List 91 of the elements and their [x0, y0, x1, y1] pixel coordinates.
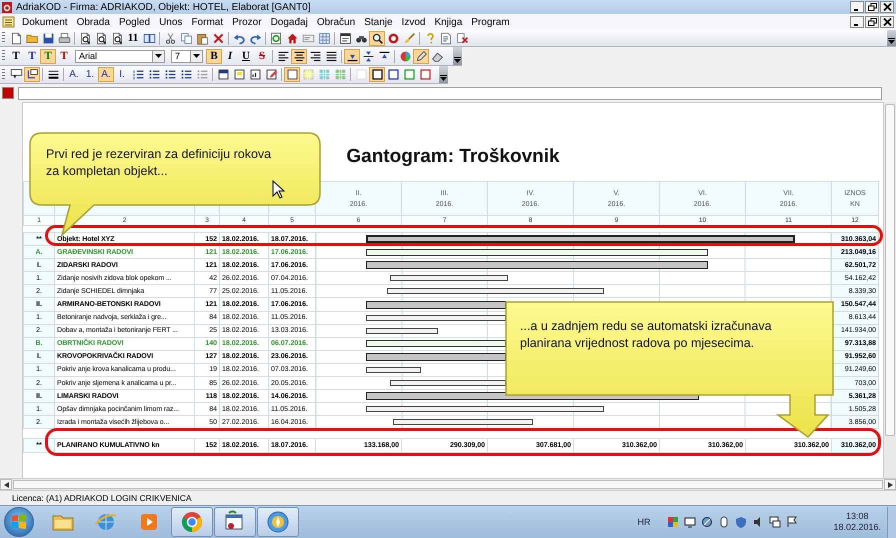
document-icon	[2, 16, 15, 28]
menu-item[interactable]: Obrada	[72, 16, 114, 28]
toolbar-handle[interactable]	[2, 32, 5, 44]
compass-icon[interactable]	[257, 507, 299, 537]
toolbar-handle[interactable]	[2, 68, 5, 80]
search-icon[interactable]	[369, 30, 385, 46]
format-button[interactable]: A.	[66, 67, 82, 82]
menu-item[interactable]: Izvod	[398, 16, 430, 28]
close-icon[interactable]	[882, 3, 892, 11]
pencil-icon[interactable]	[413, 48, 429, 64]
restore-button[interactable]	[865, 1, 879, 13]
menu-item[interactable]: Pogled	[114, 16, 154, 28]
format-button[interactable]: T	[8, 48, 24, 64]
app-window-icon[interactable]	[214, 507, 256, 537]
copy-icon[interactable]	[178, 30, 194, 46]
printer-icon[interactable]	[56, 30, 72, 46]
format-button[interactable]: I	[222, 48, 238, 64]
menu-item[interactable]: Stanje	[360, 16, 397, 28]
gantt-bar	[366, 328, 438, 334]
scroll-right-button[interactable]	[884, 479, 896, 490]
menu-item[interactable]: Obračun	[312, 16, 360, 28]
minimize-button[interactable]	[850, 16, 864, 28]
dropdown-arrow-icon[interactable]	[193, 54, 200, 58]
caret-icon[interactable]	[454, 57, 461, 63]
align-bottom-icon[interactable]	[344, 48, 360, 64]
frame-icon[interactable]	[284, 67, 300, 82]
dropdown-arrow-icon[interactable]	[155, 54, 162, 58]
toolbar-options-button[interactable]	[439, 66, 448, 83]
callout-text: Prvi red je rezerviran za definiciju rokova za kompletan objekt...	[46, 146, 272, 180]
page-delete-icon[interactable]	[454, 30, 470, 46]
computer-icon[interactable]	[769, 516, 782, 528]
shield-icon[interactable]	[735, 516, 748, 528]
caret-icon[interactable]	[888, 38, 895, 44]
network-icon[interactable]	[701, 516, 714, 528]
menu-item[interactable]: Format	[187, 16, 228, 28]
minimize-button[interactable]	[850, 1, 864, 13]
close-icon[interactable]	[882, 18, 892, 26]
menu-item[interactable]: Događaj	[266, 16, 312, 28]
monitor-icon[interactable]	[684, 516, 696, 528]
grid-icon[interactable]	[667, 516, 680, 528]
menu-item[interactable]: Knjiga	[430, 16, 466, 28]
dropdown-field[interactable]: Arial	[75, 50, 165, 62]
toolbar-options-button[interactable]	[453, 47, 462, 65]
window-title: AdriaKOD - Firma: ADRIAKOD, Objekt: HOTEL, Elaborat [GANT0]	[16, 2, 311, 12]
format-button[interactable]: 11	[125, 30, 141, 46]
page-lines-icon[interactable]	[438, 30, 454, 46]
format-button[interactable]: B	[206, 48, 222, 64]
caret-icon[interactable]	[440, 75, 447, 81]
format-button[interactable]: A.	[98, 67, 114, 82]
format-button[interactable]: 1.	[82, 67, 98, 82]
menu-item[interactable]: Program	[467, 16, 514, 28]
dropdown-field[interactable]: 7	[171, 50, 203, 62]
restore-button[interactable]	[865, 16, 879, 28]
arrow-left-icon[interactable]	[4, 482, 8, 488]
arrow-right-icon[interactable]	[888, 482, 892, 488]
indent-icon[interactable]	[24, 67, 40, 82]
format-button[interactable]: I.	[114, 67, 130, 82]
menu-item[interactable]: Prozor	[228, 16, 266, 28]
align-center-icon[interactable]	[291, 48, 307, 64]
menu-item[interactable]: Dokument	[18, 16, 72, 28]
input-field[interactable]	[18, 86, 882, 100]
callout-text: ...a u zadnjem redu se automatski izračunava planirana vrijednost radova po mjesecima.	[520, 318, 773, 352]
language-indicator[interactable]: HR	[637, 517, 650, 527]
color-swatch[interactable]	[2, 87, 14, 99]
toolbar-options-button[interactable]	[887, 30, 896, 46]
flag-icon[interactable]	[786, 516, 798, 528]
document-title: Gantogram: Troškovnik	[346, 145, 560, 169]
format-button[interactable]: T	[40, 48, 56, 64]
scroll-left-button[interactable]	[0, 479, 12, 490]
license-text: Licenca: (A1) ADRIAKOD LOGIN CRIKVENICA	[12, 493, 192, 503]
clock-date[interactable]: 18.02.2016.	[833, 522, 881, 533]
close-button[interactable]	[880, 1, 894, 13]
border-icon[interactable]	[369, 67, 385, 82]
close-button[interactable]	[880, 16, 894, 28]
refresh-icon[interactable]	[268, 30, 284, 46]
gantt-bar	[366, 366, 422, 373]
mouse-icon[interactable]	[718, 516, 730, 528]
format-button[interactable]: S	[254, 48, 270, 64]
format-button[interactable]: T	[24, 48, 40, 64]
cursor-icon	[272, 180, 285, 199]
start-button[interactable]	[4, 507, 34, 537]
toolbar-handle[interactable]	[2, 50, 5, 62]
format-button[interactable]: U	[238, 48, 254, 64]
clock-time[interactable]: 13:08	[846, 511, 868, 522]
wheel-icon[interactable]	[171, 507, 213, 537]
horizontal-scrollbar[interactable]	[13, 480, 883, 489]
menu-item[interactable]: Unos	[155, 16, 186, 28]
vertical-scrollbar[interactable]	[883, 102, 896, 478]
format-button[interactable]: T	[56, 48, 72, 64]
table-icon[interactable]	[316, 30, 332, 46]
window-icon[interactable]	[337, 30, 353, 46]
